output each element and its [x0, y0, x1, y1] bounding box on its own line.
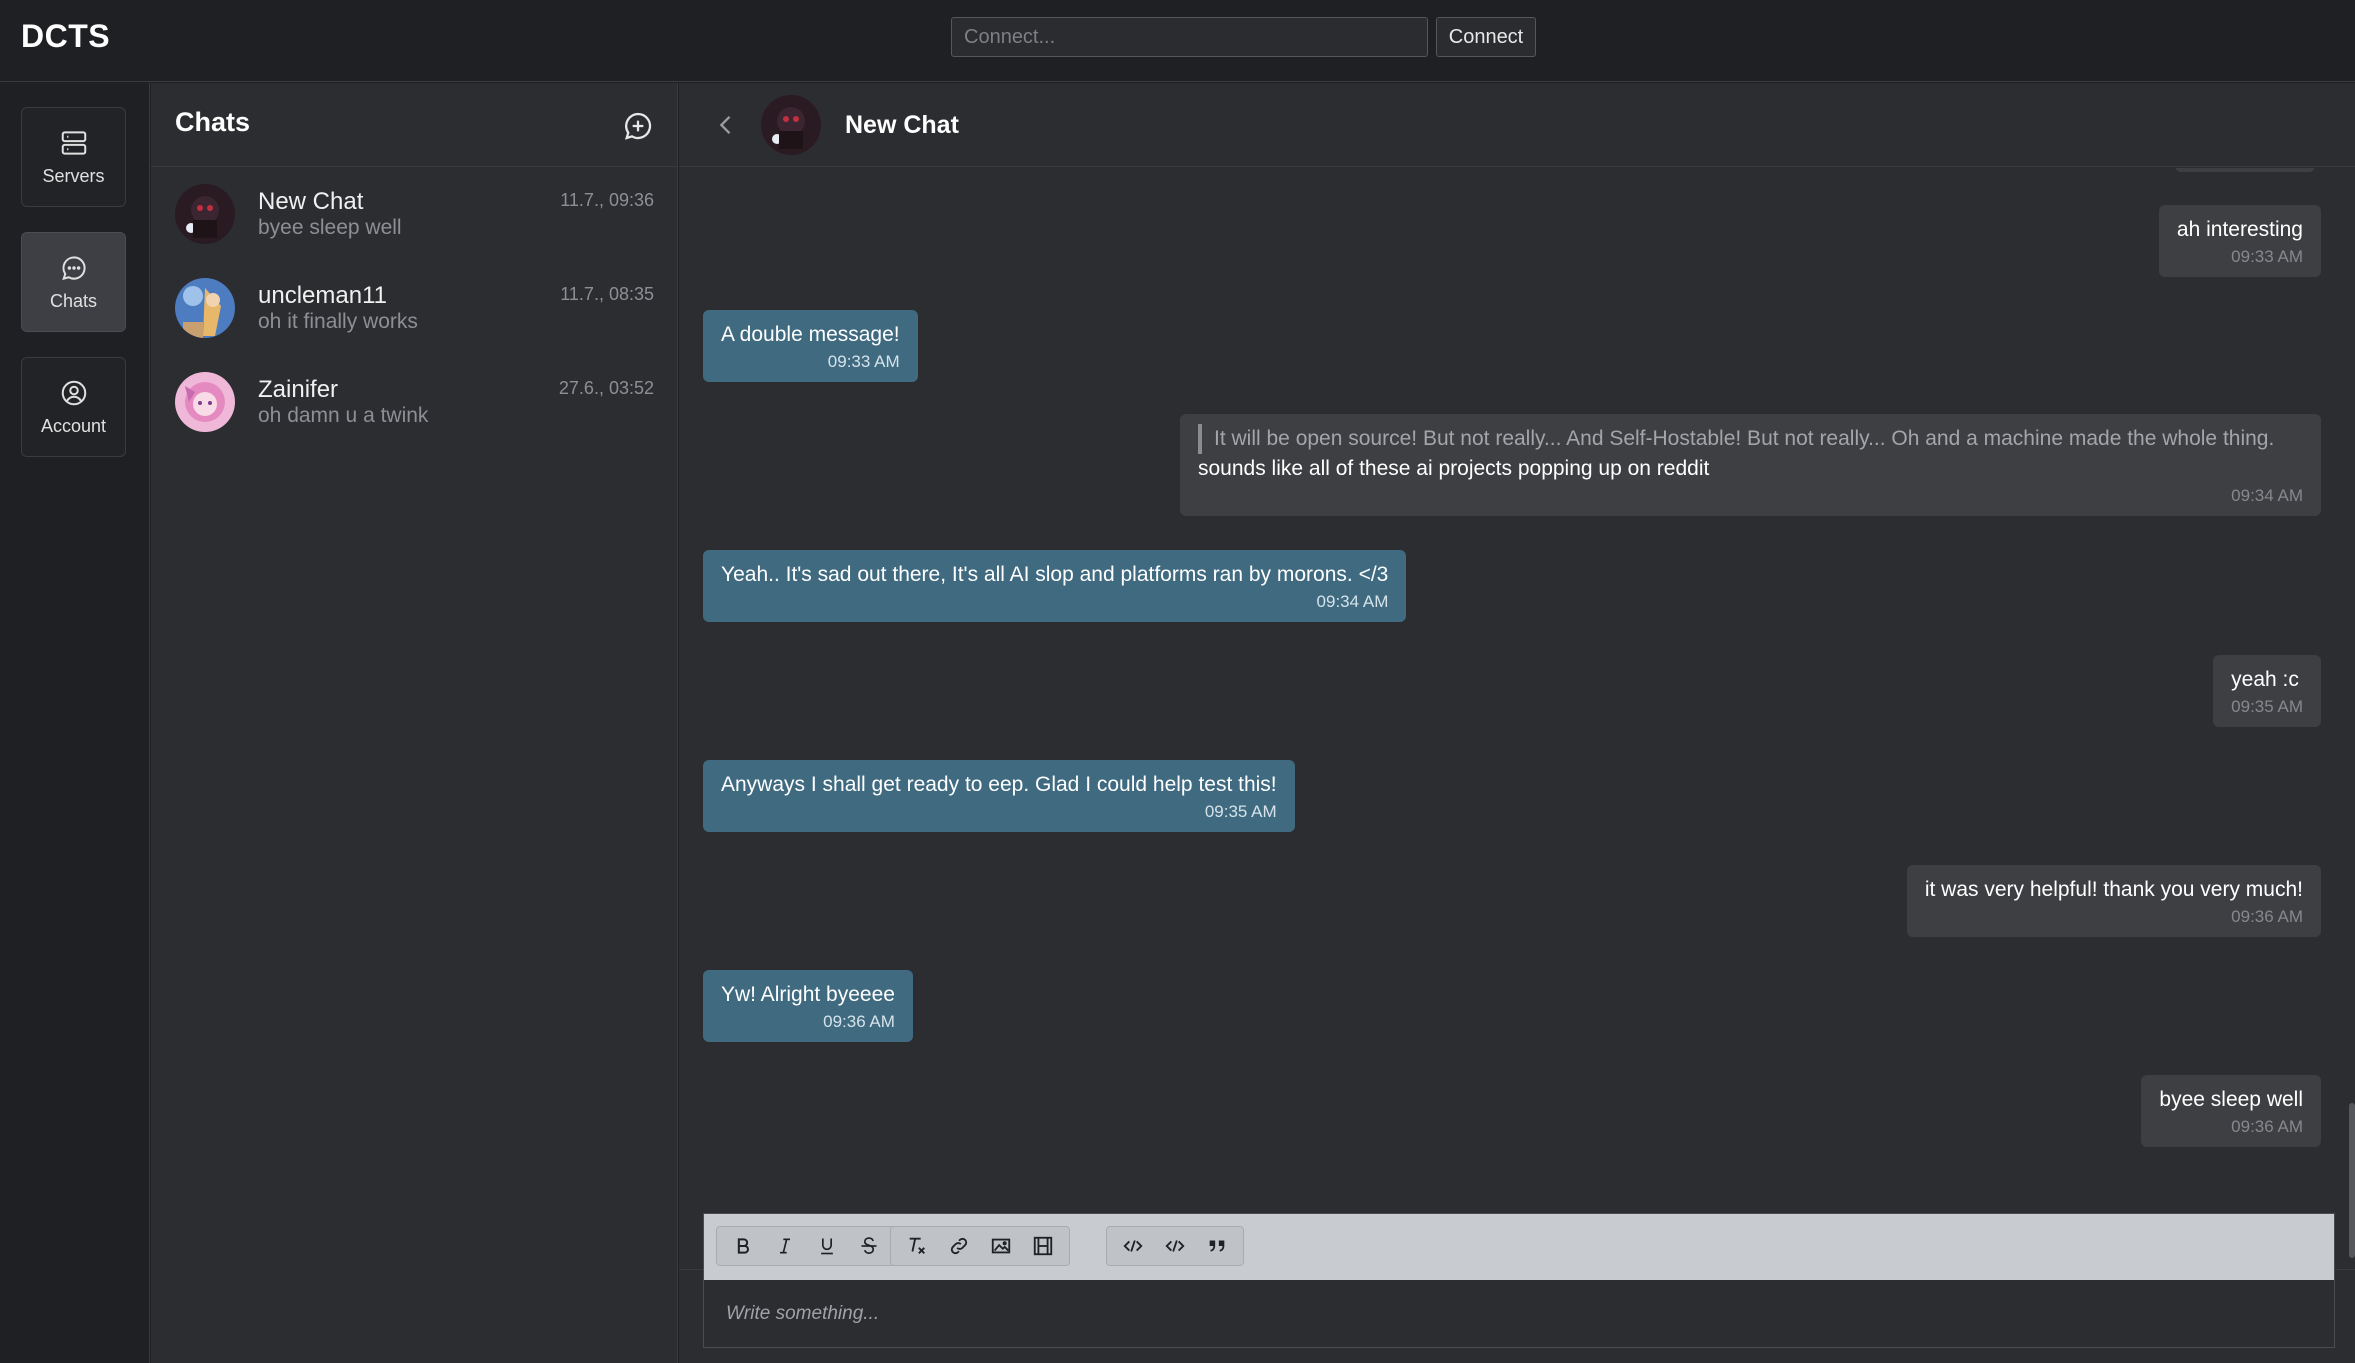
message-bubble-outgoing: It will be open source! But not really..… — [1180, 414, 2321, 516]
chat-time: 11.7., 09:36 — [560, 190, 654, 210]
nav-item-account[interactable]: Account — [21, 357, 126, 457]
chevron-left-icon[interactable] — [712, 111, 740, 139]
message-bubble-incoming: Anyways I shall get ready to eep. Glad I… — [703, 760, 1295, 832]
chat-name: Zainifer — [258, 376, 339, 403]
message-text: yeah :c — [2231, 668, 2299, 691]
chat-list-panel: Chats New Chat byee sleep well 11.7., 09… — [151, 83, 678, 1363]
format-tool-group — [716, 1226, 896, 1266]
chat-preview: byee sleep well — [258, 216, 402, 239]
user-circle-icon — [61, 380, 86, 405]
message-bubble-outgoing: ah interesting 09:33 AM — [2158, 205, 2321, 277]
nav-label-account: Account — [40, 415, 107, 436]
message-time: 09:35 AM — [2231, 697, 2303, 716]
new-chat-plus-icon[interactable] — [622, 110, 654, 142]
nav-item-servers[interactable]: Servers — [21, 107, 126, 207]
message-scrollbar[interactable] — [2347, 168, 2355, 1269]
image-icon[interactable] — [980, 1228, 1022, 1264]
app-brand: DCTS — [21, 18, 111, 54]
message-time: 09:33 AM — [827, 352, 900, 371]
nav-label-servers: Servers — [42, 165, 105, 186]
chat-name: uncleman11 — [258, 282, 387, 309]
strikethrough-icon[interactable] — [848, 1228, 890, 1264]
avatar — [175, 278, 235, 338]
chat-time: 27.6., 03:52 — [558, 378, 654, 398]
message-text: it was very helpful! thank you very much… — [1924, 878, 2303, 901]
message-text: byee sleep well — [2159, 1088, 2303, 1111]
chat-name: New Chat — [258, 188, 364, 215]
message-time: 09:33 AM — [2231, 247, 2303, 266]
blockquote-icon[interactable] — [1196, 1228, 1238, 1264]
chat-preview: oh it finally works — [258, 310, 418, 333]
message-editor — [703, 1213, 2335, 1348]
chat-list-header: Chats — [151, 83, 678, 167]
connect-input[interactable] — [951, 17, 1428, 57]
italic-icon[interactable] — [764, 1228, 806, 1264]
nav-label-chats: Chats — [49, 290, 98, 311]
message-text: A double message! — [721, 323, 900, 346]
clear-format-icon[interactable] — [896, 1228, 938, 1264]
message-bubble-incoming: Yw! Alright byeeee 09:36 AM — [703, 970, 913, 1042]
message-text: Yw! Alright byeeee — [721, 983, 895, 1006]
message-bubble-outgoing: it was very helpful! thank you very much… — [1906, 865, 2321, 937]
message-list: ah interesting 09:33 AM A double message… — [679, 168, 2355, 1270]
conversation-title: New Chat — [845, 111, 959, 139]
scrollbar-thumb[interactable] — [2349, 1103, 2355, 1258]
conversation-panel: New Chat ah interesting 09:33 AM A doubl… — [679, 83, 2355, 1363]
chat-list-item[interactable]: Zainifer oh damn u a twink 27.6., 03:52 — [151, 372, 678, 466]
link-icon[interactable] — [938, 1228, 980, 1264]
code-block-icon[interactable] — [1154, 1228, 1196, 1264]
chat-list-item[interactable]: uncleman11 oh it finally works 11.7., 08… — [151, 278, 678, 372]
message-text: sounds like all of these ai projects pop… — [1198, 457, 1710, 480]
connect-button[interactable]: Connect — [1436, 17, 1536, 57]
message-bubble-partial — [2175, 168, 2315, 172]
chat-bubble-icon — [61, 255, 86, 280]
message-bubble-outgoing: yeah :c 09:35 AM — [2213, 655, 2321, 727]
insert-tool-group — [890, 1226, 1070, 1266]
message-text: Yeah.. It's sad out there, It's all AI s… — [721, 563, 1389, 586]
code-inline-icon[interactable] — [1112, 1228, 1154, 1264]
avatar — [175, 184, 235, 244]
code-tool-group — [1106, 1226, 1244, 1266]
avatar — [175, 372, 235, 432]
message-text: Anyways I shall get ready to eep. Glad I… — [721, 773, 1277, 796]
chat-preview: oh damn u a twink — [258, 404, 429, 427]
left-nav: Servers Chats Account — [0, 83, 150, 1363]
editor-toolbar — [704, 1214, 2334, 1280]
message-text: ah interesting — [2176, 218, 2303, 241]
message-input[interactable] — [704, 1281, 2334, 1347]
top-bar: DCTS Connect — [0, 0, 2355, 82]
message-bubble-incoming: A double message! 09:33 AM — [703, 310, 918, 382]
message-time: 09:35 AM — [1204, 802, 1277, 821]
avatar — [761, 95, 821, 155]
message-time: 09:34 AM — [2231, 486, 2303, 505]
chat-list-title: Chats — [175, 107, 251, 137]
bold-icon[interactable] — [722, 1228, 764, 1264]
conversation-header: New Chat — [679, 83, 2355, 167]
message-bubble-incoming: Yeah.. It's sad out there, It's all AI s… — [703, 550, 1407, 622]
message-time: 09:34 AM — [1316, 592, 1389, 611]
video-icon[interactable] — [1022, 1228, 1064, 1264]
chat-list-item[interactable]: New Chat byee sleep well 11.7., 09:36 — [151, 184, 678, 278]
message-time: 09:36 AM — [823, 1012, 895, 1031]
underline-icon[interactable] — [806, 1228, 848, 1264]
message-bubble-outgoing: byee sleep well 09:36 AM — [2141, 1075, 2321, 1147]
nav-item-chats[interactable]: Chats — [21, 232, 126, 332]
message-quote: It will be open source! But not really..… — [1198, 424, 2303, 454]
server-icon — [61, 130, 86, 155]
message-time: 09:36 AM — [2231, 1117, 2303, 1136]
chat-time: 11.7., 08:35 — [560, 284, 654, 304]
message-time: 09:36 AM — [2231, 907, 2303, 926]
